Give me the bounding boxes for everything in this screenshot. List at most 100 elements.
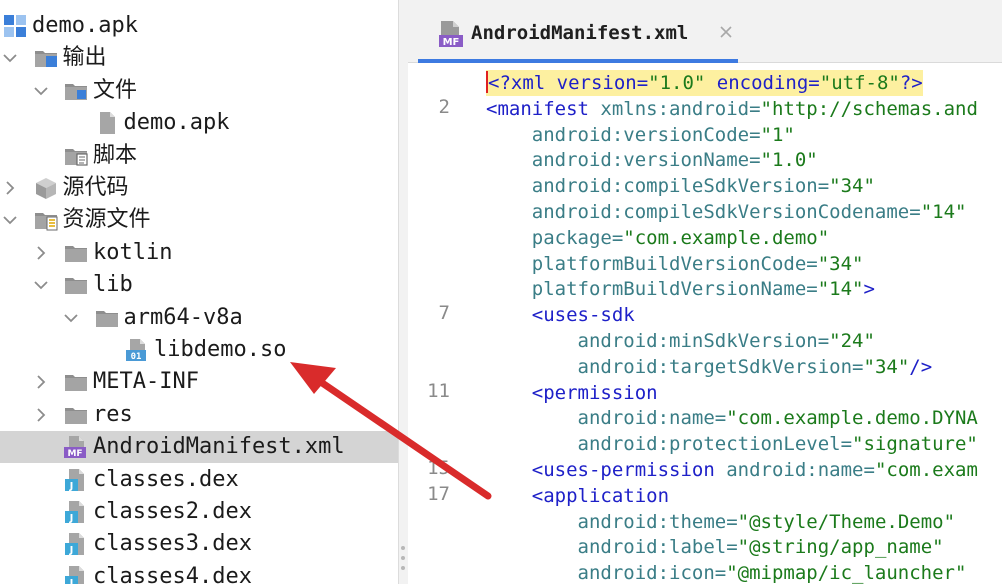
panel-splitter[interactable] xyxy=(398,0,408,584)
svg-text:J: J xyxy=(69,545,74,556)
svg-text:01: 01 xyxy=(131,352,142,362)
chevron-right-icon[interactable] xyxy=(31,243,51,263)
tree-item-label: libdemo.so xyxy=(154,337,287,362)
line-number: 2 xyxy=(438,95,450,118)
tree-item[interactable]: kotlin xyxy=(0,237,398,269)
tree-item[interactable]: 输出 xyxy=(0,42,398,74)
code-token: "34" xyxy=(817,252,864,275)
code-token: android:name= xyxy=(714,459,875,481)
code-token: "signature" xyxy=(852,433,978,456)
splitter-grip xyxy=(401,556,405,560)
line-number: 11 xyxy=(427,379,450,402)
code-token: "1" xyxy=(760,123,795,146)
chevron-down-icon[interactable] xyxy=(31,81,51,101)
tree-item[interactable]: 资源文件 xyxy=(0,204,398,236)
code-token: android:compileSdkVersionCodename= xyxy=(486,201,921,223)
tree-item[interactable]: Jclasses2.dex xyxy=(0,496,398,528)
code-line: android:theme="@style/Theme.Demo" xyxy=(486,509,956,535)
close-icon[interactable] xyxy=(718,24,734,40)
code-token: > xyxy=(863,278,875,301)
code-token: android:label= xyxy=(486,536,738,559)
code-line: android:compileSdkVersionCodename="14" xyxy=(486,199,967,225)
tree-item-label: res xyxy=(93,401,133,427)
script-folder-icon xyxy=(65,148,88,166)
tab-label: AndroidManifest.xml xyxy=(471,22,689,44)
chevron-right-icon[interactable] xyxy=(0,178,20,198)
code-token: "com.example.demo" xyxy=(623,226,830,249)
tree-item[interactable]: demo.apk xyxy=(0,107,398,139)
manifest-file-icon: MF xyxy=(64,436,86,459)
chevron-right-icon[interactable] xyxy=(31,405,51,425)
tab-androidmanifest[interactable]: MF AndroidManifest.xml xyxy=(418,0,738,63)
resources-folder-icon xyxy=(34,213,57,231)
code-token: android:targetSdkVersion= xyxy=(486,355,864,378)
svg-text:J: J xyxy=(69,513,74,524)
chevron-right-icon[interactable] xyxy=(31,372,51,392)
tree-item[interactable]: arm64-v8a xyxy=(0,302,398,334)
code-token: "14" xyxy=(817,278,864,301)
code-token: "com.exam xyxy=(874,459,978,481)
chevron-down-icon[interactable] xyxy=(61,308,81,328)
svg-text:J: J xyxy=(69,481,74,492)
binary-file-icon: 01 xyxy=(126,339,146,362)
code-line: android:icon="@mipmap/ic_launcher" xyxy=(486,560,967,584)
code-token: platformBuildVersionName= xyxy=(486,278,818,301)
code-token: /> xyxy=(909,355,933,378)
code-line: android:compileSdkVersion="34" xyxy=(486,173,875,199)
code-token: <application xyxy=(486,484,670,507)
file-icon xyxy=(99,112,115,135)
code-token: platformBuildVersionCode= xyxy=(486,252,818,275)
code-line: android:versionName="1.0" xyxy=(486,147,818,173)
output-folder-icon xyxy=(34,51,57,68)
svg-text:MF: MF xyxy=(443,37,460,48)
code-line: <permission xyxy=(486,380,658,406)
tree-item[interactable]: lib xyxy=(0,269,398,301)
chevron-down-icon[interactable] xyxy=(0,210,20,230)
dex-file-icon: J xyxy=(65,501,84,524)
tree-item[interactable]: 脚本 xyxy=(0,140,398,172)
code-token: package= xyxy=(486,226,624,249)
code-token: "24" xyxy=(829,330,875,352)
tree-item[interactable]: Jclasses4.dex xyxy=(0,561,398,584)
splitter-grip xyxy=(401,566,405,570)
tree-item[interactable]: META-INF xyxy=(0,366,398,398)
code-token: "http://schemas.and xyxy=(760,97,978,120)
tree-item[interactable]: res xyxy=(0,399,398,431)
code-token: ?> xyxy=(899,72,923,94)
tree-item[interactable]: Jclasses.dex xyxy=(0,464,398,496)
chevron-down-icon[interactable] xyxy=(0,48,20,68)
source-package-icon xyxy=(35,178,56,199)
folder-icon xyxy=(65,375,87,392)
code-token: android:theme= xyxy=(486,510,738,533)
tree-item-label: META-INF xyxy=(93,369,199,395)
manifest-file-icon: MF xyxy=(439,21,463,48)
tree-item-label: 源代码 xyxy=(62,175,129,200)
code-line: android:name="com.example.demo.DYNA xyxy=(486,405,978,431)
tree-item[interactable]: 文件 xyxy=(0,75,398,107)
dex-file-icon: J xyxy=(65,533,84,556)
tree-item[interactable]: demo.apk xyxy=(0,10,398,42)
code-token: "1.0" xyxy=(760,149,818,172)
code-editor[interactable]: MF AndroidManifest.xml 2 7 11 15 17 <?xml ve… xyxy=(408,0,1002,584)
code-token: "@style/Theme.Demo" xyxy=(737,510,956,533)
code-line: <manifest xmlns:android="http://schemas.… xyxy=(486,96,978,122)
code-line-current: <?xml version="1.0" encoding="utf-8"?> xyxy=(486,70,923,96)
code-token: android:compileSdkVersion= xyxy=(486,175,830,198)
apk-module-icon xyxy=(4,15,26,37)
code-line: android:targetSdkVersion="34"/> xyxy=(486,354,933,380)
svg-text:J: J xyxy=(69,578,74,584)
tree-item[interactable]: 源代码 xyxy=(0,172,398,204)
code-line: android:protectionLevel="signature" xyxy=(486,431,978,457)
chevron-down-icon[interactable] xyxy=(31,275,51,295)
code-area[interactable]: <?xml version="1.0" encoding="utf-8"?> <m… xyxy=(486,63,1002,584)
tree-item[interactable]: MF AndroidManifest.xml xyxy=(0,431,398,464)
svg-text:MF: MF xyxy=(67,449,82,459)
tree-item-label: arm64-v8a xyxy=(123,304,243,330)
code-token: "34" xyxy=(863,355,910,378)
tree-item[interactable]: 01 libdemo.so xyxy=(0,334,398,366)
tree-item-label: AndroidManifest.xml xyxy=(93,434,345,460)
line-number: 17 xyxy=(427,482,450,505)
tree-item[interactable]: Jclasses3.dex xyxy=(0,528,398,560)
folder-icon xyxy=(65,278,87,295)
project-tree[interactable]: demo.apk 输出 文件 demo.apk 脚本 源代码 资源文件 kotlin lib ar… xyxy=(0,0,398,584)
